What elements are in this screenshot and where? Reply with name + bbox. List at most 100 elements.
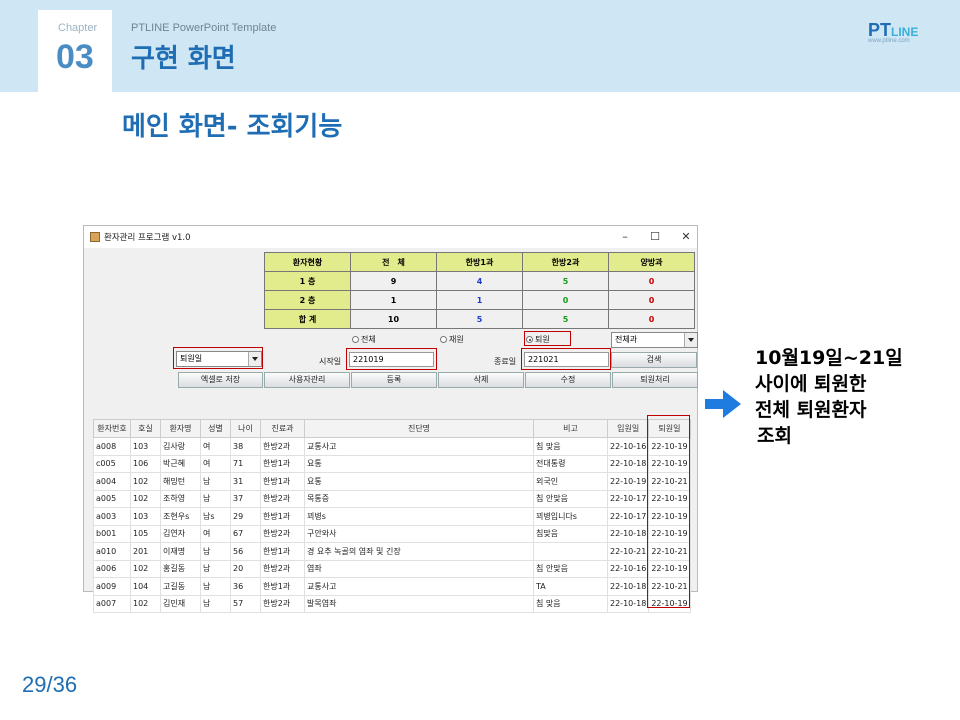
column-header[interactable]: 환자명 (160, 419, 201, 438)
table-cell: 한방2과 (260, 559, 305, 578)
table-cell: 남 (200, 559, 231, 578)
stats-row: 2 층 1 1 0 0 (264, 290, 695, 310)
table-cell: 22-10-19 (648, 489, 691, 508)
window-client: 환자현황 전 체 한방1과 한방2과 양방과 1 층 9 4 5 0 2 층 1… (84, 248, 698, 613)
radio-discharged[interactable]: 퇴원 (526, 334, 550, 345)
column-header[interactable]: 입원일 (606, 419, 650, 438)
table-row[interactable]: a008 103 김사랑 여 38 한방2과 교통사고 침 맞음 22-10-16 22-10-1… (93, 437, 691, 456)
table-cell: 요통 (304, 454, 534, 473)
chevron-down-icon (684, 333, 697, 347)
table-cell: 남s (200, 507, 231, 526)
table-cell: 22-10-17 (606, 507, 650, 526)
table-row[interactable]: a005 102 조하영 남 37 한방2과 목통증 침 안맞음 22-10-17 22-10-1… (93, 489, 691, 508)
user-management-button[interactable]: 사용자관리 (264, 372, 350, 388)
column-header[interactable]: 퇴원일 (648, 419, 691, 438)
table-cell: 22-10-18 (606, 524, 650, 543)
register-button[interactable]: 등록 (351, 372, 437, 388)
table-cell: 침 안맞음 (533, 489, 608, 508)
table-cell: 교통사고 (304, 577, 534, 596)
radio-discharged-label: 퇴원 (535, 335, 550, 344)
delete-button[interactable]: 삭제 (438, 372, 524, 388)
column-header[interactable]: 나이 (230, 419, 261, 438)
close-button[interactable]: ✕ (675, 229, 697, 245)
table-cell: 36 (230, 577, 261, 596)
table-cell: 홍길동 (160, 559, 201, 578)
table-cell: 남 (200, 489, 231, 508)
dept-select-value: 전체과 (615, 335, 638, 344)
table-cell: a009 (93, 577, 131, 596)
edit-button[interactable]: 수정 (525, 372, 611, 388)
table-cell: 침 안맞음 (533, 559, 608, 578)
table-cell: 31 (230, 472, 261, 491)
table-cell: 고길동 (160, 577, 201, 596)
radio-admitted[interactable]: 재원 (440, 334, 464, 345)
column-header[interactable]: 진단명 (304, 419, 534, 438)
table-cell: 요통 (304, 472, 534, 491)
table-cell: 한방1과 (260, 454, 305, 473)
table-cell: 102 (130, 489, 161, 508)
column-header[interactable]: 성별 (200, 419, 231, 438)
table-row[interactable]: a010 201 이재명 남 56 한방1과 경 요추 녹골의 염좌 및 긴장 22-10-2… (93, 542, 691, 561)
table-cell: 조현우s (160, 507, 201, 526)
table-cell: 한방1과 (260, 542, 305, 561)
table-cell: 201 (130, 542, 161, 561)
table-row[interactable]: c005 106 박근혜 여 71 한방1과 요통 전대통령 22-10-18 22-10-19 (93, 454, 691, 473)
table-cell: 염좌 (304, 559, 534, 578)
table-cell (533, 542, 608, 561)
end-date-input[interactable]: 221021 (524, 352, 609, 367)
stats-cell: 0 (608, 271, 695, 291)
table-cell: 한방1과 (260, 507, 305, 526)
table-cell: 104 (130, 577, 161, 596)
dept-select[interactable]: 전체과 (611, 332, 698, 348)
stats-row-label: 합 계 (264, 309, 351, 329)
table-header-row: 환자번호 호실 환자명 성별 나이 진료과 진단명 비고 입원일 퇴원일 (93, 419, 691, 438)
table-cell: c005 (93, 454, 131, 473)
table-cell: 22-10-21 (606, 542, 650, 561)
table-cell: a008 (93, 437, 131, 456)
table-row[interactable]: b001 105 김연자 여 67 한방2과 구안와사 침맞음 22-10-18 22-10-19 (93, 524, 691, 543)
table-cell: 71 (230, 454, 261, 473)
stats-cell: 5 (522, 309, 609, 329)
column-header[interactable]: 비고 (533, 419, 608, 438)
start-date-input[interactable]: 221019 (349, 352, 434, 367)
date-type-select[interactable]: 퇴원일 (176, 351, 262, 367)
maximize-button[interactable]: ☐ (644, 229, 666, 245)
stats-header-cell: 양방과 (608, 252, 695, 272)
stats-cell: 1 (350, 290, 437, 310)
radio-dot (440, 336, 447, 343)
table-cell: a005 (93, 489, 131, 508)
stats-cell: 5 (522, 271, 609, 291)
table-cell: 57 (230, 594, 261, 613)
patient-table: 환자번호 호실 환자명 성별 나이 진료과 진단명 비고 입원일 퇴원일 a008 103 김사랑 여 3… (93, 419, 691, 613)
table-cell: 침맞음 (533, 524, 608, 543)
column-header[interactable]: 진료과 (260, 419, 305, 438)
table-cell: 56 (230, 542, 261, 561)
column-header[interactable]: 환자번호 (93, 419, 131, 438)
window-title: 환자관리 프로그램 v1.0 (104, 233, 191, 243)
minimize-button[interactable]: – (614, 229, 636, 245)
table-row[interactable]: a007 102 김민재 남 57 한방2과 발목염좌 침 맞음 22-10-18 22-10-1… (93, 594, 691, 613)
discharge-button[interactable]: 퇴원처리 (612, 372, 698, 388)
stats-header-cell: 한방1과 (436, 252, 523, 272)
table-row[interactable]: a003 103 조현우s 남s 29 한방1과 꾀병s 꾀병입니다s 22-10-17 22-1… (93, 507, 691, 526)
table-row[interactable]: a009 104 고길동 남 36 한방1과 교통사고 TA 22-10-18 22-10-21 (93, 577, 691, 596)
annotation-line: 사이에 퇴원한 (755, 373, 867, 395)
stats-header-row: 환자현황 전 체 한방1과 한방2과 양방과 (264, 252, 695, 272)
table-cell: 한방2과 (260, 437, 305, 456)
table-row[interactable]: a006 102 홍길동 남 20 한방2과 염좌 침 안맞음 22-10-16 22-10-19 (93, 559, 691, 578)
radio-all[interactable]: 전체 (352, 334, 376, 345)
column-header[interactable]: 호실 (130, 419, 161, 438)
annotation-line: 전체 퇴원환자 (755, 399, 867, 421)
table-cell: 발목염좌 (304, 594, 534, 613)
search-button[interactable]: 검색 (611, 352, 697, 368)
chapter-label: Chapter (58, 22, 98, 34)
excel-save-button[interactable]: 엑셀로 저장 (178, 372, 263, 388)
table-cell: 여 (200, 454, 231, 473)
table-cell: a010 (93, 542, 131, 561)
table-cell: 김사랑 (160, 437, 201, 456)
page-number: 29/36 (22, 672, 78, 697)
table-row[interactable]: a004 102 해밍턴 남 31 한방1과 요통 외국인 22-10-19 22-10-21 (93, 472, 691, 491)
table-cell: 67 (230, 524, 261, 543)
table-cell: 22-10-18 (606, 577, 650, 596)
table-cell: 22-10-17 (606, 489, 650, 508)
